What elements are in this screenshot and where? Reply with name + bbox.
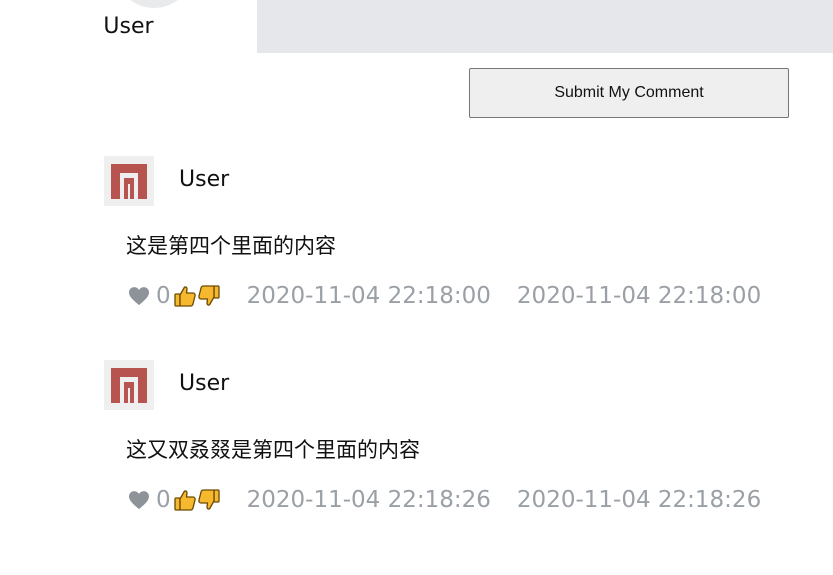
thumbs-down-icon[interactable] bbox=[197, 284, 221, 308]
comment-content: 这是第四个里面的内容 bbox=[126, 234, 336, 258]
comment-meta: 0 2020-11-04 22:18:00 2020-11-04 22:18:0… bbox=[128, 282, 761, 310]
like-count: 0 bbox=[156, 487, 171, 513]
submit-comment-button[interactable]: Submit My Comment bbox=[469, 68, 789, 118]
comments-page: User Submit My Comment User 这是第四个里面的内容 0 bbox=[0, 0, 833, 575]
comment-item: User 这又双叒叕是第四个里面的内容 0 2020-11-04 22:18:2… bbox=[0, 360, 833, 550]
thumbs-up-icon[interactable] bbox=[173, 488, 197, 512]
comment-updated-time: 2020-11-04 22:18:26 bbox=[516, 487, 762, 513]
like-count: 0 bbox=[156, 283, 171, 309]
comment-meta: 0 2020-11-04 22:18:26 2020-11-04 22:18:2… bbox=[128, 486, 761, 514]
identicon-avatar-icon bbox=[104, 360, 154, 410]
identicon-avatar-icon bbox=[104, 156, 154, 206]
avatar bbox=[104, 360, 154, 410]
comment-created-time: 2020-11-04 22:18:26 bbox=[246, 487, 491, 513]
thumbs-down-icon[interactable] bbox=[197, 488, 221, 512]
thumbs-up-icon[interactable] bbox=[173, 284, 197, 308]
comment-username: User bbox=[179, 167, 230, 192]
top-tab-strip bbox=[257, 0, 833, 53]
comment-content: 这又双叒叕是第四个里面的内容 bbox=[126, 438, 420, 462]
comment-updated-time: 2020-11-04 22:18:00 bbox=[516, 283, 762, 309]
comment-username: User bbox=[179, 371, 230, 396]
heart-icon[interactable] bbox=[128, 286, 150, 306]
heart-icon[interactable] bbox=[128, 490, 150, 510]
top-avatar bbox=[115, 0, 193, 8]
comment-item: User 这是第四个里面的内容 0 2020-11-04 22:18:00 20… bbox=[0, 156, 833, 346]
top-username: User bbox=[103, 14, 154, 39]
avatar bbox=[104, 156, 154, 206]
comment-created-time: 2020-11-04 22:18:00 bbox=[246, 283, 491, 309]
